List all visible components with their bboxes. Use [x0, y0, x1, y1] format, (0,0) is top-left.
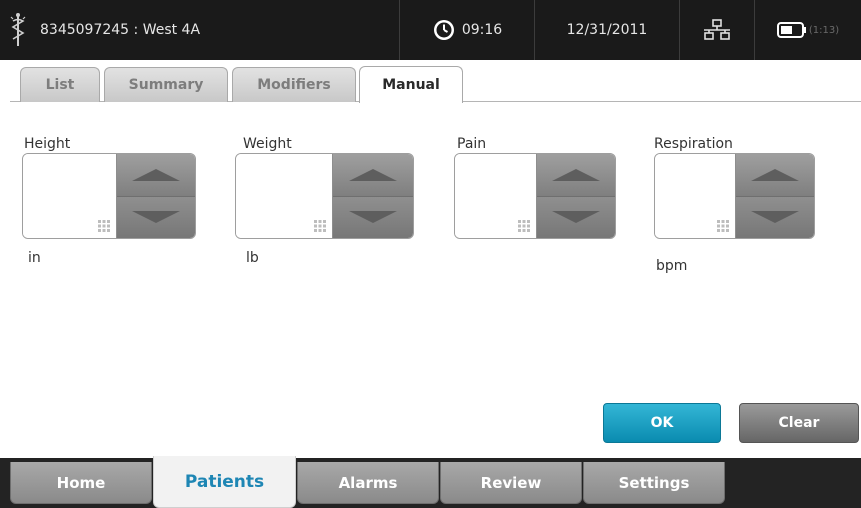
date-area[interactable]: 12/31/2011 — [535, 0, 680, 60]
weight-spinner — [235, 153, 414, 239]
weight-decrement-button[interactable] — [332, 195, 413, 238]
height-increment-button[interactable] — [116, 154, 195, 196]
nav-review[interactable]: Review — [440, 462, 582, 504]
weight-label: Weight — [243, 136, 292, 152]
pain-decrement-button[interactable] — [536, 195, 615, 238]
keypad-icon[interactable] — [313, 220, 326, 232]
arrow-down-icon — [551, 211, 600, 224]
arrow-down-icon — [750, 211, 799, 224]
tab-modifiers[interactable]: Modifiers — [232, 67, 356, 102]
keypad-icon[interactable] — [716, 220, 729, 232]
arrow-up-icon — [131, 168, 180, 181]
pain-label: Pain — [457, 136, 487, 152]
clock-icon — [433, 20, 454, 40]
respiration-decrement-button[interactable] — [735, 195, 814, 238]
status-header: 8345097245 : West 4A 09:16 12/31/2011 (1… — [0, 0, 861, 60]
tab-list[interactable]: List — [20, 67, 100, 102]
keypad-icon[interactable] — [517, 220, 530, 232]
nav-home[interactable]: Home — [10, 462, 152, 504]
weight-increment-button[interactable] — [332, 154, 413, 196]
clear-button[interactable]: Clear — [739, 403, 859, 443]
battery-status[interactable]: (1:13) — [755, 0, 861, 60]
nav-patients[interactable]: Patients — [153, 456, 296, 508]
nav-alarms[interactable]: Alarms — [297, 462, 439, 504]
respiration-spinner — [654, 153, 815, 239]
network-icon — [704, 19, 730, 40]
height-spinner — [22, 153, 196, 239]
battery-icon — [776, 22, 806, 38]
ok-button[interactable]: OK — [603, 403, 721, 443]
weight-input[interactable] — [236, 154, 332, 238]
date-text: 12/31/2011 — [566, 22, 648, 38]
arrow-down-icon — [348, 211, 397, 224]
pain-increment-button[interactable] — [536, 154, 615, 196]
respiration-input[interactable] — [655, 154, 735, 238]
weight-unit: lb — [246, 250, 259, 266]
nav-settings[interactable]: Settings — [583, 462, 725, 504]
tab-manual[interactable]: Manual — [359, 66, 463, 103]
height-input[interactable] — [23, 154, 116, 238]
respiration-unit: bpm — [656, 258, 688, 274]
tab-summary[interactable]: Summary — [104, 67, 228, 102]
arrow-up-icon — [551, 168, 600, 181]
arrow-up-icon — [348, 168, 397, 181]
pain-input[interactable] — [455, 154, 536, 238]
arrow-up-icon — [750, 168, 799, 181]
height-label: Height — [24, 136, 71, 152]
pain-spinner — [454, 153, 616, 239]
respiration-increment-button[interactable] — [735, 154, 814, 196]
respiration-label: Respiration — [654, 136, 733, 152]
clock-area[interactable]: 09:16 — [400, 0, 535, 60]
height-decrement-button[interactable] — [116, 195, 195, 238]
arrow-down-icon — [131, 211, 180, 224]
clock-time: 09:16 — [461, 22, 503, 38]
battery-time: (1:13) — [808, 24, 840, 36]
patient-id: 8345097245 : West 4A — [40, 22, 201, 38]
height-unit: in — [28, 250, 41, 266]
network-status[interactable] — [680, 0, 755, 60]
keypad-icon[interactable] — [97, 220, 110, 232]
caduceus-icon — [10, 13, 26, 46]
patient-banner[interactable]: 8345097245 : West 4A — [0, 0, 400, 60]
